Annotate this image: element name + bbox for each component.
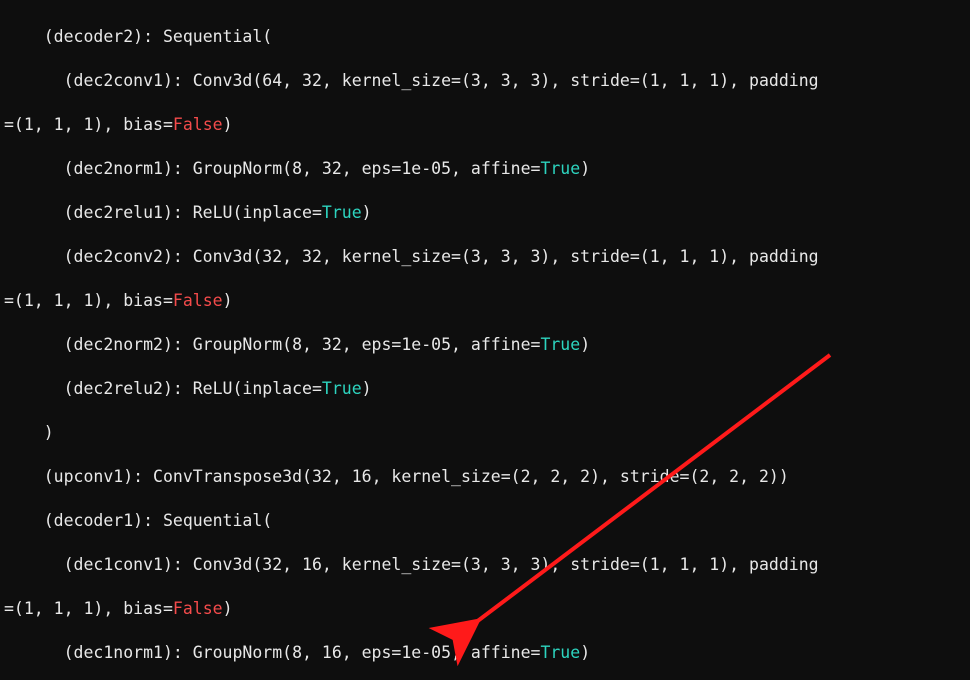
terminal-output: (decoder2): Sequential( (dec2conv1): Con… bbox=[0, 0, 970, 680]
model-line: =(1, 1, 1), bias=False) bbox=[4, 598, 966, 620]
model-line: (decoder1): Sequential( bbox=[4, 510, 966, 532]
model-line: =(1, 1, 1), bias=False) bbox=[4, 114, 966, 136]
model-line: =(1, 1, 1), bias=False) bbox=[4, 290, 966, 312]
model-line: (dec2conv2): Conv3d(32, 32, kernel_size=… bbox=[4, 246, 966, 268]
model-line: (dec1conv1): Conv3d(32, 16, kernel_size=… bbox=[4, 554, 966, 576]
model-line: (dec2norm2): GroupNorm(8, 32, eps=1e-05,… bbox=[4, 334, 966, 356]
model-line: (upconv1): ConvTranspose3d(32, 16, kerne… bbox=[4, 466, 966, 488]
model-line: (decoder2): Sequential( bbox=[4, 26, 966, 48]
model-line: (dec2relu1): ReLU(inplace=True) bbox=[4, 202, 966, 224]
model-line: (dec1norm1): GroupNorm(8, 16, eps=1e-05,… bbox=[4, 642, 966, 664]
model-line: (dec2norm1): GroupNorm(8, 32, eps=1e-05,… bbox=[4, 158, 966, 180]
model-line: (dec2conv1): Conv3d(64, 32, kernel_size=… bbox=[4, 70, 966, 92]
model-line: (dec2relu2): ReLU(inplace=True) bbox=[4, 378, 966, 400]
model-line: ) bbox=[4, 422, 966, 444]
